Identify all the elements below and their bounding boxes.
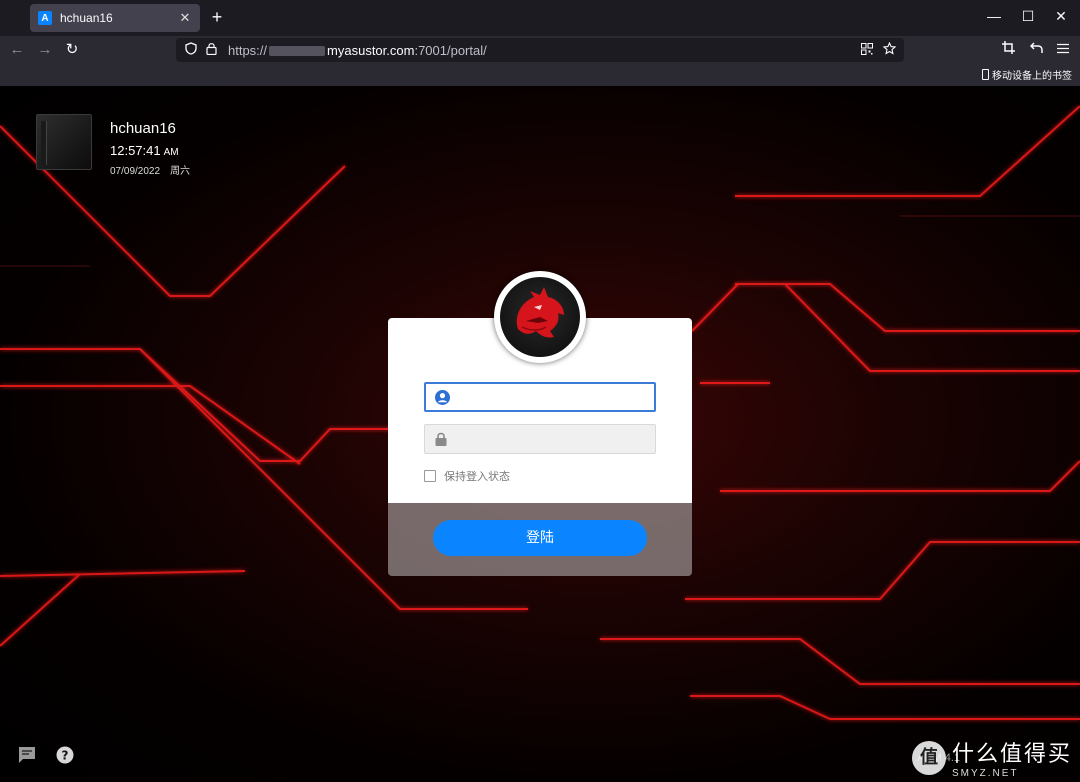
password-field[interactable]: [424, 424, 656, 454]
qr-code-icon[interactable]: [861, 42, 873, 58]
username-input[interactable]: [458, 384, 654, 410]
time-value: 12:57:41: [110, 143, 161, 158]
login-action-area: 登陆: [388, 503, 692, 576]
login-button[interactable]: 登陆: [433, 520, 647, 556]
lock-icon[interactable]: [204, 42, 218, 58]
device-name: hchuan16: [110, 120, 176, 137]
close-window-button[interactable]: ✕: [1051, 8, 1071, 25]
url-host: myasustor.com: [327, 42, 415, 58]
browser-nav-bar: ← → ↻ https:// myasustor.com:7001/portal/: [0, 36, 1080, 64]
menu-hamburger-icon[interactable]: [1053, 40, 1073, 60]
forward-button[interactable]: →: [35, 40, 55, 60]
watermark-logo: 值: [911, 740, 946, 775]
device-date: 07/09/2022 周六: [110, 162, 190, 177]
device-info: hchuan16 12:57:41 AM 07/09/2022 周六: [36, 114, 190, 177]
remember-label: 保持登入状态: [444, 471, 510, 483]
url-path: :7001/portal/: [414, 42, 487, 58]
user-circle-icon: [434, 389, 450, 405]
nas-device-image: [36, 114, 92, 170]
lock-icon: [433, 431, 449, 447]
date-value: 07/09/2022: [110, 166, 161, 177]
logo-badge: [494, 271, 586, 363]
remember-checkbox[interactable]: [424, 470, 436, 482]
tab-title: hchuan16: [60, 11, 113, 25]
new-tab-button[interactable]: +: [207, 7, 227, 27]
message-icon[interactable]: [18, 746, 36, 764]
svg-text:?: ?: [62, 749, 69, 763]
minimize-button[interactable]: —: [984, 8, 1004, 24]
watermark-en: SMYZ.NET: [951, 768, 1019, 779]
mobile-bookmarks-item[interactable]: 移动设备上的书签: [982, 67, 1072, 82]
help-icon[interactable]: ?: [56, 746, 74, 764]
bookmark-star-icon[interactable]: [882, 41, 897, 58]
undo-arrow-icon[interactable]: [1026, 40, 1046, 60]
weekday-value: 周六: [170, 166, 191, 177]
shield-icon[interactable]: [184, 42, 198, 58]
maximize-button[interactable]: ☐: [1018, 8, 1038, 25]
device-time: 12:57:41 AM: [110, 143, 190, 158]
time-ampm: AM: [163, 147, 179, 158]
url-text: https:// myasustor.com:7001/portal/: [228, 43, 851, 58]
dragon-logo-icon: [500, 277, 580, 357]
mobile-bookmarks-label: 移动设备上的书签: [992, 71, 1072, 82]
tab-close-icon[interactable]: ✕: [178, 10, 192, 26]
asustor-login-page: hchuan16 12:57:41 AM 07/09/2022 周六 保持登入状态 …: [0, 86, 1080, 782]
remember-me[interactable]: 保持登入状态: [424, 468, 510, 484]
address-bar[interactable]: https:// myasustor.com:7001/portal/: [176, 38, 904, 62]
asustor-favicon-icon: A: [38, 11, 52, 25]
smzdm-watermark: 值 什么值得买 SMYZ.NET: [911, 736, 1072, 779]
back-button[interactable]: ←: [7, 40, 27, 60]
password-input[interactable]: [457, 425, 655, 453]
screenshot-crop-icon[interactable]: [998, 40, 1018, 60]
browser-tab[interactable]: A hchuan16 ✕: [30, 4, 200, 32]
watermark-cn: 什么值得买: [951, 742, 1072, 767]
mobile-phone-icon: [982, 69, 989, 80]
bookmarks-toolbar: 移动设备上的书签: [0, 64, 1080, 86]
url-prefix: https://: [228, 42, 268, 58]
username-field[interactable]: [424, 382, 656, 412]
reload-button[interactable]: ↻: [62, 40, 82, 60]
browser-tab-bar: A hchuan16 ✕ + — ☐ ✕: [0, 0, 1080, 36]
redacted-block: [269, 46, 326, 57]
